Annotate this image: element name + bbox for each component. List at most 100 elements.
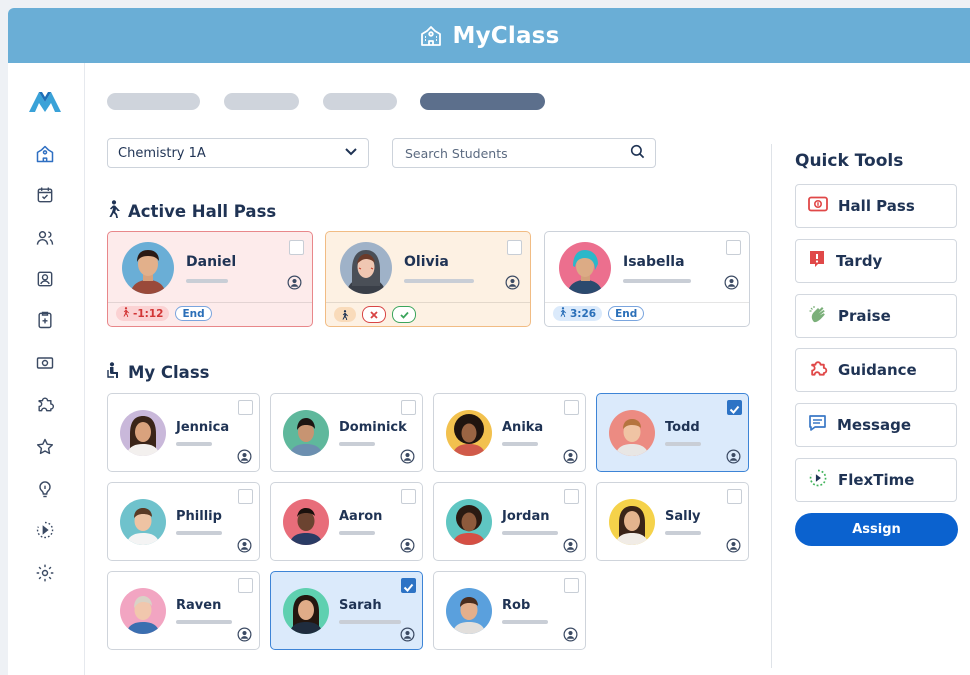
placeholder-bar <box>339 442 375 446</box>
profile-icon[interactable] <box>563 449 578 468</box>
profile-icon[interactable] <box>237 538 252 557</box>
puzzle-icon[interactable] <box>34 393 56 415</box>
select-checkbox[interactable] <box>727 400 742 415</box>
student-card[interactable]: Sally <box>596 482 749 561</box>
student-card[interactable]: Raven <box>107 571 260 650</box>
select-checkbox[interactable] <box>289 240 304 255</box>
student-card[interactable]: Anika <box>433 393 586 472</box>
student-name: Sarah <box>339 598 382 613</box>
profile-icon[interactable] <box>726 449 741 468</box>
class-select[interactable]: Chemistry 1A <box>107 138 369 168</box>
praise-tool-button[interactable]: Praise <box>795 294 957 338</box>
class-select-value: Chemistry 1A <box>118 145 206 161</box>
student-card[interactable]: Aaron <box>270 482 423 561</box>
message-tool-button[interactable]: Message <box>795 403 957 447</box>
avatar <box>446 410 492 456</box>
student-card[interactable]: Dominick <box>270 393 423 472</box>
flextime-tool-button[interactable]: FlexTime <box>795 458 957 502</box>
assign-button[interactable]: Assign <box>795 513 958 546</box>
profile-icon[interactable] <box>726 538 741 557</box>
student-name: Olivia <box>404 254 449 270</box>
hall-pass-card[interactable]: Daniel -1:12 End <box>107 231 313 327</box>
profile-icon[interactable] <box>724 275 739 294</box>
select-checkbox[interactable] <box>564 578 579 593</box>
avatar <box>609 410 655 456</box>
profile-icon[interactable] <box>237 627 252 646</box>
student-name: Anika <box>502 420 544 435</box>
select-checkbox[interactable] <box>727 489 742 504</box>
skeleton-tab[interactable] <box>107 93 200 110</box>
avatar <box>283 588 329 634</box>
student-card[interactable]: Jordan <box>433 482 586 561</box>
student-card[interactable]: Sarah <box>270 571 423 650</box>
placeholder-bar <box>665 531 701 535</box>
profile-icon[interactable] <box>400 627 415 646</box>
avatar <box>120 410 166 456</box>
profile-icon[interactable] <box>563 538 578 557</box>
placeholder-bar <box>502 620 548 624</box>
school-icon[interactable] <box>34 143 56 165</box>
student-card[interactable]: Phillip <box>107 482 260 561</box>
select-checkbox[interactable] <box>726 240 741 255</box>
avatar <box>609 499 655 545</box>
logo[interactable] <box>28 89 62 117</box>
select-checkbox[interactable] <box>507 240 522 255</box>
lightbulb-icon[interactable] <box>34 478 56 500</box>
placeholder-bar <box>176 442 212 446</box>
skeleton-tab[interactable] <box>224 93 299 110</box>
ticket-icon[interactable] <box>34 352 56 374</box>
profile-icon[interactable] <box>287 275 302 294</box>
student-card[interactable]: Todd <box>596 393 749 472</box>
pass-status: -1:12 End <box>116 306 212 321</box>
clap-icon <box>808 304 828 328</box>
profile-icon[interactable] <box>400 449 415 468</box>
deny-icon[interactable] <box>362 306 386 323</box>
profile-icon[interactable] <box>400 538 415 557</box>
student-card[interactable]: Rob <box>433 571 586 650</box>
tardy-tool-button[interactable]: Tardy <box>795 239 957 283</box>
search-icon[interactable] <box>630 144 645 163</box>
hall-pass-card[interactable]: Isabella 3:26 End <box>544 231 750 327</box>
select-checkbox[interactable] <box>238 400 253 415</box>
select-checkbox[interactable] <box>401 400 416 415</box>
end-button[interactable]: End <box>608 306 645 321</box>
skeleton-tab-active[interactable] <box>420 93 545 110</box>
id-card-icon[interactable] <box>34 268 56 290</box>
walking-icon <box>559 307 567 320</box>
student-name: Jordan <box>502 509 550 524</box>
select-checkbox[interactable] <box>564 489 579 504</box>
search-box[interactable] <box>392 138 656 168</box>
approve-icon[interactable] <box>392 306 416 323</box>
avatar <box>446 499 492 545</box>
hall-pass-card[interactable]: Olivia <box>325 231 531 327</box>
guidance-tool-button[interactable]: Guidance <box>795 348 957 392</box>
student-name: Isabella <box>623 254 685 270</box>
profile-icon[interactable] <box>563 627 578 646</box>
star-icon[interactable] <box>34 436 56 458</box>
end-button[interactable]: End <box>175 306 212 321</box>
panel-divider <box>771 144 772 668</box>
calendar-check-icon[interactable] <box>34 184 56 206</box>
profile-icon[interactable] <box>505 275 520 294</box>
select-checkbox[interactable] <box>564 400 579 415</box>
settings-icon[interactable] <box>34 562 56 584</box>
select-checkbox[interactable] <box>401 578 416 593</box>
flextime-icon[interactable] <box>34 519 56 541</box>
select-checkbox[interactable] <box>238 578 253 593</box>
search-input[interactable] <box>403 144 630 162</box>
select-checkbox[interactable] <box>401 489 416 504</box>
placeholder-bar <box>339 620 401 624</box>
avatar <box>559 242 611 294</box>
select-checkbox[interactable] <box>238 489 253 504</box>
skeleton-tab[interactable] <box>323 93 397 110</box>
hall-pass-tool-button[interactable]: Hall Pass <box>795 184 957 228</box>
placeholder-bar <box>502 442 538 446</box>
student-name: Sally <box>665 509 701 524</box>
student-name: Rob <box>502 598 531 613</box>
users-icon[interactable] <box>34 227 56 249</box>
student-card[interactable]: Jennica <box>107 393 260 472</box>
seated-student-icon <box>107 362 121 383</box>
profile-icon[interactable] <box>237 449 252 468</box>
clipboard-icon[interactable] <box>34 309 56 331</box>
school-icon <box>419 24 443 48</box>
